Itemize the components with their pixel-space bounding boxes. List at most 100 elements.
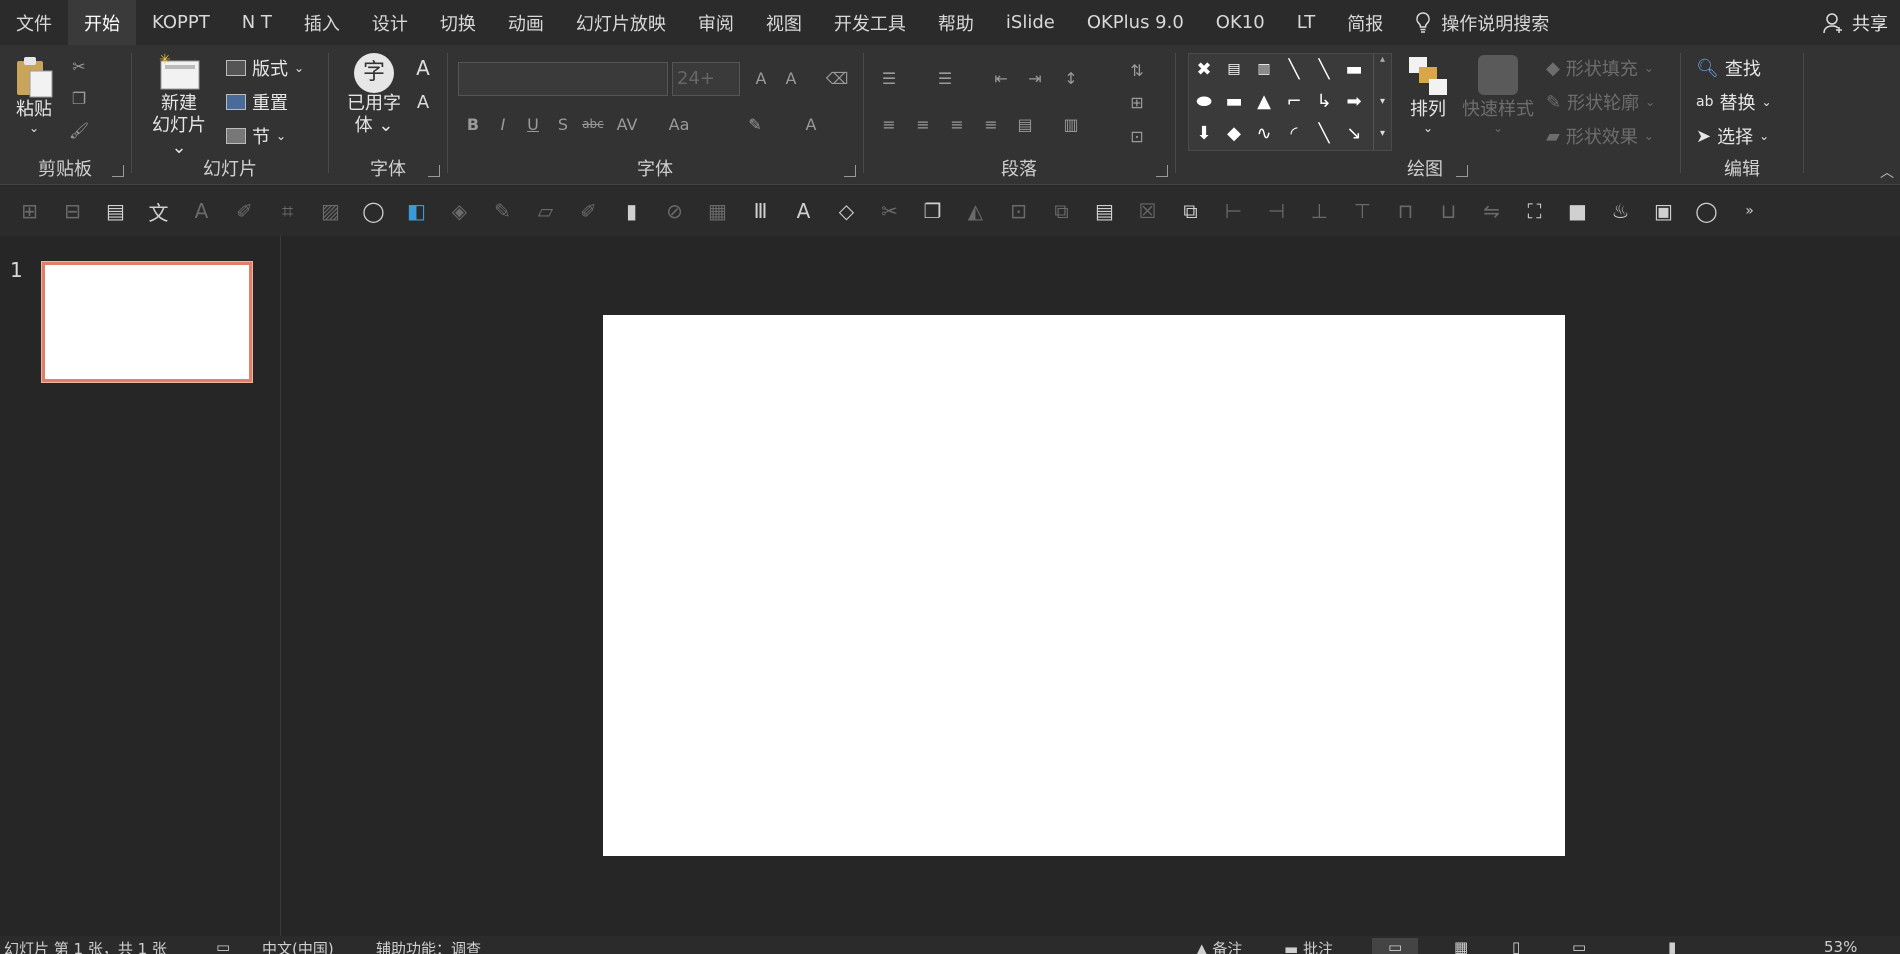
shape-fill-button[interactable]: ◆ 形状填充 ⌄ — [1546, 55, 1654, 81]
arrange-objects-icon[interactable]: ⧉ — [1169, 191, 1212, 231]
slide-canvas[interactable] — [603, 315, 1565, 856]
dialog-launcher-icon[interactable] — [844, 165, 856, 177]
ungroup-icon[interactable]: ⊟ — [51, 191, 94, 231]
scribble-shape-icon[interactable]: ∿ — [1251, 120, 1277, 146]
tab-insert[interactable]: 插入 — [288, 0, 356, 45]
new-slide-button[interactable]: ✳ 新建 幻灯片 ⌄ — [144, 53, 214, 159]
tab-islide[interactable]: iSlide — [990, 0, 1071, 45]
bring-forward-icon[interactable]: ❐ — [911, 191, 954, 231]
elbow-arrow-icon[interactable]: ↳ — [1311, 88, 1337, 114]
close-shape-icon[interactable]: ✖ — [1191, 56, 1217, 82]
tell-me-search[interactable]: 操作说明搜索 — [1399, 10, 1549, 36]
tab-file[interactable]: 文件 — [0, 0, 68, 45]
slide-thumbnail[interactable] — [41, 261, 253, 383]
ellipse-icon[interactable]: ◯ — [1685, 191, 1728, 231]
vertical-textbox-shape-icon[interactable]: ▥ — [1251, 56, 1277, 82]
char-spacing-icon[interactable]: AV — [616, 113, 638, 135]
align-right-icon[interactable]: ≡ — [946, 113, 968, 135]
dialog-launcher-icon[interactable] — [1156, 165, 1168, 177]
collapse-ribbon-icon[interactable]: ︿ — [1880, 162, 1894, 182]
selection-pane-icon[interactable]: ▤ — [1083, 191, 1126, 231]
arrange-button[interactable]: 排列 ⌄ — [1400, 55, 1456, 135]
flip-icon[interactable]: ⇋ — [1470, 191, 1513, 231]
format-painter-icon[interactable]: 🖌 — [68, 119, 90, 141]
white-rect-icon[interactable]: ■ — [1556, 191, 1599, 231]
language[interactable]: 中文(中国) — [262, 938, 334, 954]
rounded-rect-shape-icon[interactable]: ▬ — [1221, 88, 1247, 114]
tab-slideshow[interactable]: 幻灯片放映 — [560, 0, 682, 45]
shape-outline-button[interactable]: ✎ 形状轮廓 ⌄ — [1546, 89, 1655, 115]
normal-view-icon[interactable]: ▭ — [1372, 938, 1419, 954]
zoom-level[interactable]: 53% — [1824, 938, 1857, 954]
shapes-gallery[interactable]: ✖ ▤ ▥ ╲ ╲ ▬ ⬬ ▬ ▲ ⌐ ↳ ➡ ⬇ ◆ ∿ ◜ ╲ ↘ ▴ ▾ … — [1188, 53, 1392, 151]
font-shrink-icon[interactable]: A — [412, 91, 434, 113]
image-icon[interactable]: ▣ — [1642, 191, 1685, 231]
crop-icon[interactable]: ⌗ — [266, 191, 309, 231]
increase-indent-icon[interactable]: ⇥ — [1024, 67, 1046, 89]
merge-shapes-icon[interactable]: ⊘ — [653, 191, 696, 231]
line-shape-icon[interactable]: ╲ — [1281, 56, 1307, 82]
tab-transitions[interactable]: 切换 — [424, 0, 492, 45]
replace-button[interactable]: ab 替换 ⌄ — [1696, 89, 1772, 115]
lamp-icon[interactable]: ♨ — [1599, 191, 1642, 231]
text-direction-icon[interactable]: ⇅ — [1126, 59, 1148, 81]
color-fill-icon[interactable]: ◧ — [395, 191, 438, 231]
paste-button[interactable]: 粘贴 ⌄ — [10, 55, 58, 135]
circle-icon[interactable]: ◯ — [352, 191, 395, 231]
gallery-more-icon[interactable]: ▾ — [1373, 118, 1391, 150]
tab-nt[interactable]: N T — [226, 0, 288, 45]
brush-icon[interactable]: ✎ — [481, 191, 524, 231]
font-color-icon[interactable]: A — [800, 113, 822, 135]
table-icon[interactable]: ▦ — [696, 191, 739, 231]
picture-icon[interactable]: ▨ — [309, 191, 352, 231]
eyedropper-icon[interactable]: ✐ — [223, 191, 266, 231]
shadow-icon[interactable]: S — [552, 113, 574, 135]
numbering-icon[interactable]: ☰ — [934, 67, 956, 89]
zoom-slider[interactable]: ▮ — [1668, 938, 1676, 954]
slide-sorter-icon[interactable]: ▦ — [1454, 938, 1468, 954]
align-left-objects-icon[interactable]: ⊢ — [1212, 191, 1255, 231]
share-button[interactable]: 共享 — [1822, 0, 1888, 45]
align-right-objects-icon[interactable]: ⊣ — [1255, 191, 1298, 231]
bold-icon[interactable]: B — [462, 113, 484, 135]
more-icon[interactable]: » — [1728, 191, 1771, 231]
select-button[interactable]: ➤ 选择 ⌄ — [1696, 123, 1769, 149]
paint-bucket-icon[interactable]: ◈ — [438, 191, 481, 231]
italic-icon[interactable]: I — [492, 113, 514, 135]
align-center-icon[interactable]: ≡ — [912, 113, 934, 135]
distribute-icon[interactable]: Ⅲ — [739, 191, 782, 231]
vertical-text-icon[interactable]: 文 — [137, 191, 180, 231]
tab-home[interactable]: 开始 — [68, 0, 136, 45]
font-name-input[interactable] — [458, 62, 668, 96]
reading-view-icon[interactable]: ▯ — [1512, 938, 1520, 954]
freeform-shape-icon[interactable]: ◆ — [1221, 120, 1247, 146]
align-middle-objects-icon[interactable]: ⊤ — [1341, 191, 1384, 231]
section-button[interactable]: 节 ⌄ — [226, 123, 286, 149]
font-size-input[interactable]: 24+ — [672, 62, 740, 96]
columns-icon[interactable]: ▥ — [1060, 113, 1082, 135]
justify-icon[interactable]: ≡ — [980, 113, 1002, 135]
group-icon[interactable]: ⊞ — [8, 191, 51, 231]
dialog-launcher-icon[interactable] — [428, 165, 440, 177]
font-grow-icon[interactable]: A — [412, 56, 434, 80]
decrease-font-icon[interactable]: A — [780, 67, 802, 89]
decrease-indent-icon[interactable]: ⇤ — [990, 67, 1012, 89]
dialog-launcher-icon[interactable] — [1456, 165, 1468, 177]
gallery-scroll-down-icon[interactable]: ▾ — [1373, 86, 1391, 118]
align-icon[interactable]: ⊡ — [997, 191, 1040, 231]
textbox-shape-icon[interactable]: ▤ — [1221, 56, 1247, 82]
tab-okplus[interactable]: OKPlus 9.0 — [1071, 0, 1200, 45]
oval-shape-icon[interactable]: ⬬ — [1191, 88, 1217, 114]
layout-button[interactable]: 版式 ⌄ — [226, 55, 304, 81]
clear-format-icon[interactable]: ⌫ — [826, 67, 849, 89]
diagonal-arrow-icon[interactable]: ↘ — [1341, 120, 1367, 146]
slideshow-icon[interactable]: ▭ — [1572, 938, 1586, 954]
find-button[interactable]: 🔍︎ 查找 — [1696, 55, 1761, 81]
spellcheck-icon[interactable]: ▭ — [216, 938, 230, 954]
tab-ok10[interactable]: OK10 — [1200, 0, 1281, 45]
tab-design[interactable]: 设计 — [356, 0, 424, 45]
align-left-icon[interactable]: ≡ — [878, 113, 900, 135]
quick-styles-button[interactable]: 快速样式 ⌄ — [1460, 55, 1536, 135]
align-bottom-objects-icon[interactable]: ⊔ — [1427, 191, 1470, 231]
fit-frame-icon[interactable]: ⛶ — [1513, 191, 1556, 231]
